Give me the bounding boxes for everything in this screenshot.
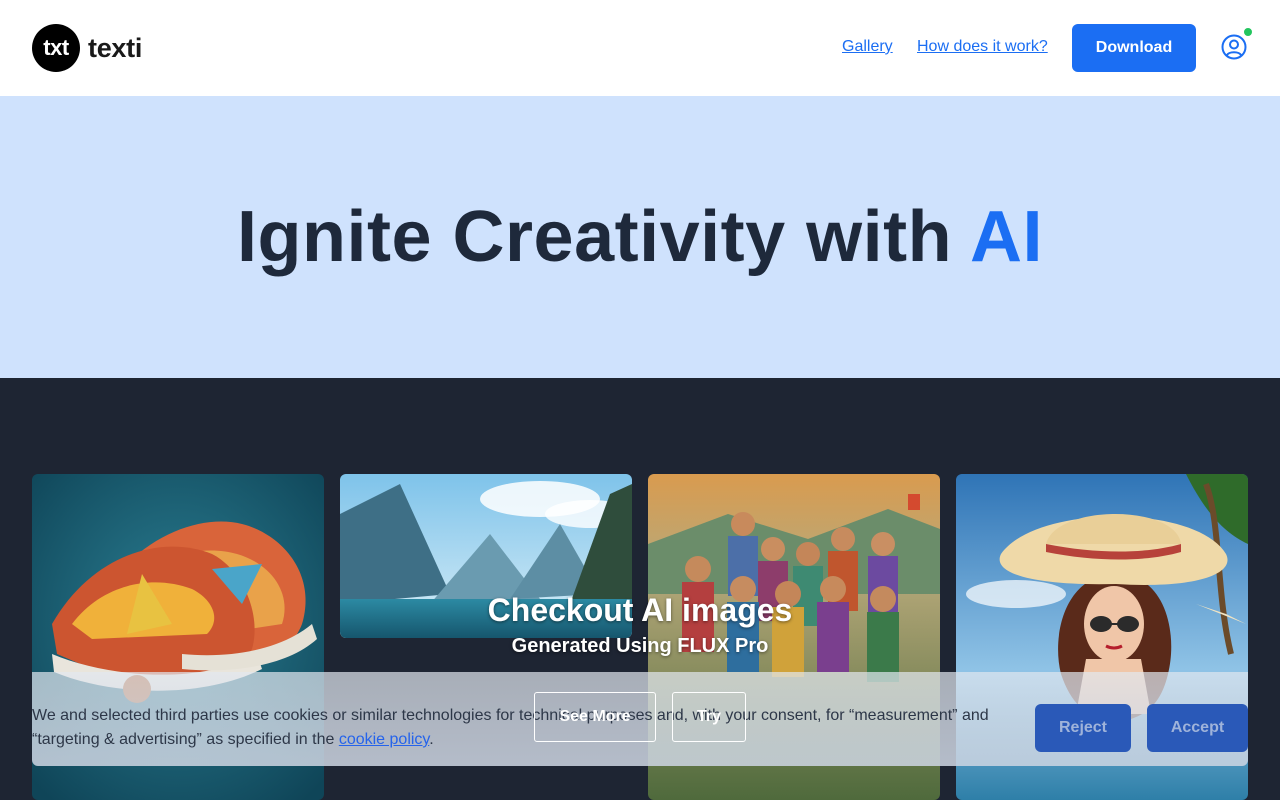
cookie-text: We and selected third parties use cookie… xyxy=(32,704,1002,752)
cookie-text-line2: “targeting & advertising” as specified i… xyxy=(32,731,339,748)
user-circle-icon[interactable] xyxy=(1220,33,1248,61)
online-status-dot xyxy=(1243,27,1253,37)
gallery-overlay-title: Checkout AI images xyxy=(487,592,793,628)
download-button[interactable]: Download xyxy=(1072,24,1196,72)
site-header: txt texti Gallery How does it work? Down… xyxy=(0,0,1280,96)
gallery-overlay-subtitle: Generated Using FLUX Pro xyxy=(511,635,769,657)
nav-how-it-works-link[interactable]: How does it work? xyxy=(917,38,1048,56)
hero-title-accent: AI xyxy=(969,197,1043,277)
cookie-policy-link[interactable]: cookie policy xyxy=(339,731,429,748)
logo-text: texti xyxy=(88,32,143,63)
hero-title-main: Ignite Creativity with xyxy=(237,197,953,277)
cookie-text-line1: We and selected third parties use cookie… xyxy=(32,707,989,724)
hero-title: Ignite Creativity with AI xyxy=(0,196,1280,278)
logo-link[interactable]: txt texti xyxy=(32,24,142,72)
nav-gallery-link[interactable]: Gallery xyxy=(842,38,893,56)
see-more-button[interactable]: See More xyxy=(534,692,656,742)
logo-mark: txt xyxy=(32,24,80,72)
reject-cookies-button[interactable]: Reject xyxy=(1035,704,1131,752)
accept-cookies-button[interactable]: Accept xyxy=(1147,704,1248,752)
hero-section: Ignite Creativity with AI xyxy=(0,96,1280,378)
try-button[interactable]: Try xyxy=(672,692,746,742)
cookie-text-suffix: . xyxy=(429,731,434,748)
